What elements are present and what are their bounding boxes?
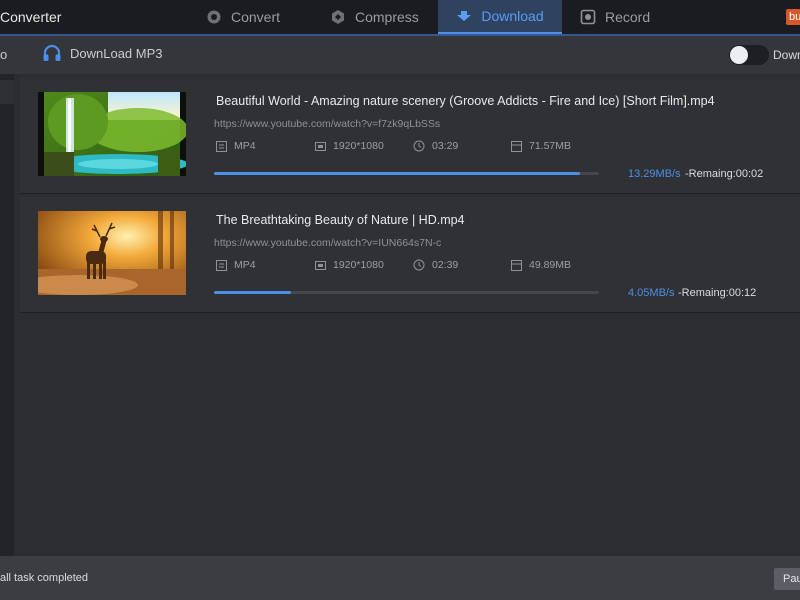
tab-download[interactable]: Download <box>438 0 562 34</box>
deer-sunset-image <box>38 211 186 295</box>
resolution-value: 1920*1080 <box>333 259 384 271</box>
tab-compress[interactable]: Compress <box>330 0 419 34</box>
file-format-icon <box>216 140 227 152</box>
file-size-icon <box>511 259 522 271</box>
resolution-meta: 1920*1080 <box>315 140 413 152</box>
tab-label: Download <box>481 8 544 24</box>
size-meta: 71.57MB <box>511 140 571 152</box>
resolution-icon <box>315 260 326 270</box>
download-toggle[interactable] <box>729 45 769 65</box>
size-meta: 49.89MB <box>511 259 571 271</box>
format-meta: MP4 <box>216 259 315 271</box>
duration-meta: 03:29 <box>413 140 511 152</box>
pause-all-button[interactable]: Pau <box>774 568 800 590</box>
tab-label: Record <box>605 9 651 25</box>
tab-convert[interactable]: Convert <box>206 0 280 34</box>
size-value: 49.89MB <box>529 259 572 271</box>
download-icon <box>457 11 472 21</box>
buy-button[interactable]: bu <box>786 9 800 25</box>
convert-icon <box>207 10 221 24</box>
download-title: Beautiful World - Amazing nature scenery… <box>216 94 715 108</box>
download-title: The Breathtaking Beauty of Nature | HD.m… <box>216 213 465 227</box>
status-footer: all task completed Pau <box>0 556 800 600</box>
tab-record[interactable]: Record <box>580 0 650 34</box>
size-value: 71.57MB <box>529 140 572 152</box>
sidebar <box>0 74 14 556</box>
headphones-icon <box>43 44 61 61</box>
clock-icon <box>413 259 425 271</box>
download-mp3-button[interactable]: DownLoad MP3 <box>42 44 163 62</box>
download-meta: MP4 1920*1080 02:39 49.89MB <box>216 259 571 271</box>
progress-fill <box>214 291 291 294</box>
resolution-value: 1920*1080 <box>333 140 384 152</box>
tab-label: Compress <box>355 9 419 25</box>
format-value: MP4 <box>234 259 256 271</box>
download-meta: MP4 1920*1080 03:29 71.57MB <box>216 140 571 152</box>
download-item[interactable]: Beautiful World - Amazing nature scenery… <box>20 78 800 194</box>
duration-value: 02:39 <box>432 259 459 271</box>
format-value: MP4 <box>234 140 256 152</box>
download-url[interactable]: https://www.youtube.com/watch?v=IUN664s7… <box>214 237 441 249</box>
toggle-knob <box>730 46 748 64</box>
compress-icon <box>332 10 344 24</box>
resolution-meta: 1920*1080 <box>315 259 413 271</box>
clock-icon <box>413 140 425 152</box>
remaining-time: -Remaing:00:12 <box>678 287 757 299</box>
download-item[interactable]: The Breathtaking Beauty of Nature | HD.m… <box>20 197 800 313</box>
format-meta: MP4 <box>216 140 315 152</box>
duration-meta: 02:39 <box>413 259 511 271</box>
status-text: all task completed <box>0 572 89 584</box>
progress-fill <box>214 172 580 175</box>
resolution-icon <box>315 141 326 151</box>
download-mp3-label: DownLoad MP3 <box>70 45 163 61</box>
download-speed: 4.05MB/s <box>628 287 675 299</box>
download-url[interactable]: https://www.youtube.com/watch?v=f7zk9qLb… <box>214 118 440 130</box>
download-progress-bar <box>214 172 599 175</box>
file-size-icon <box>511 140 522 152</box>
record-icon <box>580 9 596 25</box>
title-bar: Converter Convert Compress Download Reco… <box>0 0 800 34</box>
remaining-time: -Remaing:00:02 <box>685 168 764 180</box>
download-progress-bar <box>214 291 599 294</box>
waterfall-forest-image <box>38 92 186 176</box>
file-format-icon <box>216 259 227 271</box>
toolbar-left-label[interactable]: o <box>0 47 7 62</box>
sidebar-selected-item[interactable] <box>0 80 14 104</box>
app-title: Converter <box>0 9 62 25</box>
toggle-label: Down <box>773 48 800 62</box>
toolbar: o DownLoad MP3 Down <box>0 36 800 74</box>
download-speed: 13.29MB/s <box>628 168 681 180</box>
tab-label: Convert <box>231 9 281 25</box>
duration-value: 03:29 <box>432 140 459 152</box>
